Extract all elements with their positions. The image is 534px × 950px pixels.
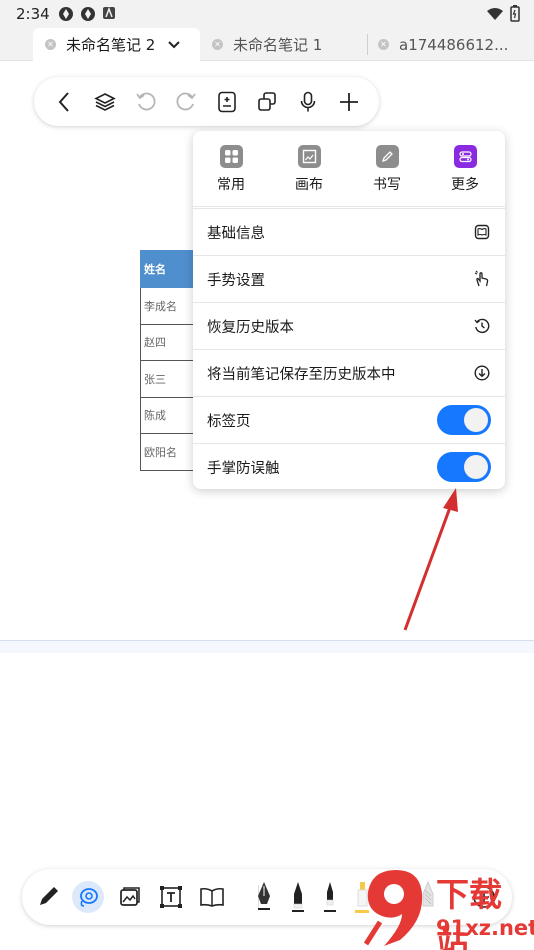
tab-close-icon[interactable]: ✕	[212, 39, 223, 50]
canvas-icon	[297, 145, 321, 168]
page-add-button[interactable]	[213, 88, 241, 116]
tab-note-3[interactable]: ✕ a174486612...	[374, 28, 534, 61]
more-settings-icon	[453, 145, 477, 168]
app-notification-icon	[81, 7, 95, 21]
menu-item-restore-history[interactable]: 恢复历史版本	[193, 302, 505, 349]
undo-icon	[135, 92, 156, 110]
menu-tab-writing[interactable]: 书写	[357, 145, 417, 194]
settings-menu: 常用 画布 书写 更多 基础信息 手势设置 恢复历史版本 将当前笔记保存至历史版…	[193, 131, 505, 489]
watermark-site: 91xz.net	[436, 916, 534, 940]
menu-tab-more[interactable]: 更多	[435, 145, 495, 194]
tab-label: 未命名笔记 2	[66, 36, 156, 54]
pen-icon	[375, 145, 399, 168]
menu-item-gesture-settings[interactable]: 手势设置	[193, 255, 505, 302]
toggle-knob	[464, 455, 488, 479]
ballpoint-pen-button[interactable]	[282, 881, 314, 913]
image-tool-button[interactable]	[114, 881, 146, 913]
tab-page-toggle[interactable]	[437, 405, 491, 435]
menu-item-save-to-history[interactable]: 将当前笔记保存至历史版本中	[193, 349, 505, 396]
note-tab-bar: ✕ 未命名笔记 2 ✕ 未命名笔记 1 ✕ a174486612...	[0, 28, 534, 61]
top-toolbar	[34, 77, 379, 126]
menu-tab-common[interactable]: 常用	[201, 145, 261, 194]
table-header-cell: 姓名	[140, 250, 197, 288]
fineliner-icon	[324, 882, 336, 912]
history-icon	[473, 317, 491, 335]
copy-icon	[258, 91, 277, 111]
tab-note-2[interactable]: ✕ 未命名笔记 2	[33, 28, 200, 61]
toggle-knob	[464, 408, 488, 432]
table-cell: 陈成	[140, 396, 197, 434]
app-notification-icon	[103, 6, 115, 19]
redo-icon	[176, 92, 196, 110]
notification-icons	[58, 6, 116, 22]
tab-note-1[interactable]: ✕ 未命名笔记 1	[208, 28, 360, 61]
book-icon	[473, 223, 491, 241]
back-icon	[58, 91, 70, 112]
tab-label: a174486612...	[399, 35, 509, 54]
table-cell: 欧阳名	[140, 433, 197, 471]
status-time: 2:34	[16, 5, 50, 23]
gesture-icon	[473, 270, 491, 288]
redo-button[interactable]	[172, 88, 200, 116]
watermark-logo	[363, 870, 423, 946]
layers-button[interactable]	[91, 88, 119, 116]
site-watermark: 下载站 91xz.net	[356, 864, 534, 950]
table-cell: 李成名	[140, 287, 197, 325]
layers-icon	[94, 92, 116, 111]
fountain-pen-icon	[258, 882, 270, 910]
copy-button[interactable]	[253, 88, 281, 116]
fineliner-button[interactable]	[314, 881, 346, 913]
menu-tab-canvas[interactable]: 画布	[279, 145, 339, 194]
table-cell: 张三	[140, 360, 197, 398]
grid-icon	[219, 145, 243, 168]
fountain-pen-button[interactable]	[248, 881, 280, 913]
canvas-table: 姓名 李成名 赵四 张三 陈成 欧阳名	[140, 250, 197, 471]
tab-separator	[367, 34, 368, 55]
voice-button[interactable]	[294, 88, 322, 116]
open-book-icon	[200, 887, 224, 907]
chevron-down-icon[interactable]	[167, 40, 181, 50]
wifi-icon	[487, 7, 503, 20]
palm-rejection-toggle[interactable]	[437, 452, 491, 482]
pencil-icon	[40, 887, 58, 905]
book-tool-button[interactable]	[196, 881, 228, 913]
menu-category-tabs: 常用 画布 书写 更多	[193, 131, 505, 207]
microphone-icon	[300, 91, 316, 111]
tab-label: 未命名笔记 1	[233, 36, 323, 54]
back-button[interactable]	[50, 88, 78, 116]
menu-item-tab-page: 标签页	[193, 396, 505, 443]
plus-icon	[339, 92, 358, 111]
ballpoint-pen-icon	[292, 882, 304, 912]
battery-icon	[510, 5, 520, 22]
app-notification-icon	[59, 7, 73, 21]
text-tool-button[interactable]	[155, 881, 187, 913]
download-circle-icon	[473, 364, 491, 382]
tab-close-icon[interactable]: ✕	[378, 39, 389, 50]
lasso-icon	[80, 888, 98, 907]
tab-close-icon[interactable]: ✕	[45, 39, 56, 50]
add-button[interactable]	[335, 88, 363, 116]
page-divider	[0, 640, 534, 653]
lasso-tool-button[interactable]	[72, 881, 104, 913]
undo-button[interactable]	[132, 88, 160, 116]
image-icon	[120, 887, 140, 906]
menu-item-palm-rejection: 手掌防误触	[193, 443, 505, 490]
pen-tool-button[interactable]	[32, 881, 64, 913]
table-cell: 赵四	[140, 323, 197, 361]
page-add-icon	[218, 91, 236, 112]
status-bar: 2:34	[0, 0, 534, 28]
text-box-icon	[160, 886, 182, 908]
menu-item-basic-info[interactable]: 基础信息	[193, 208, 505, 255]
